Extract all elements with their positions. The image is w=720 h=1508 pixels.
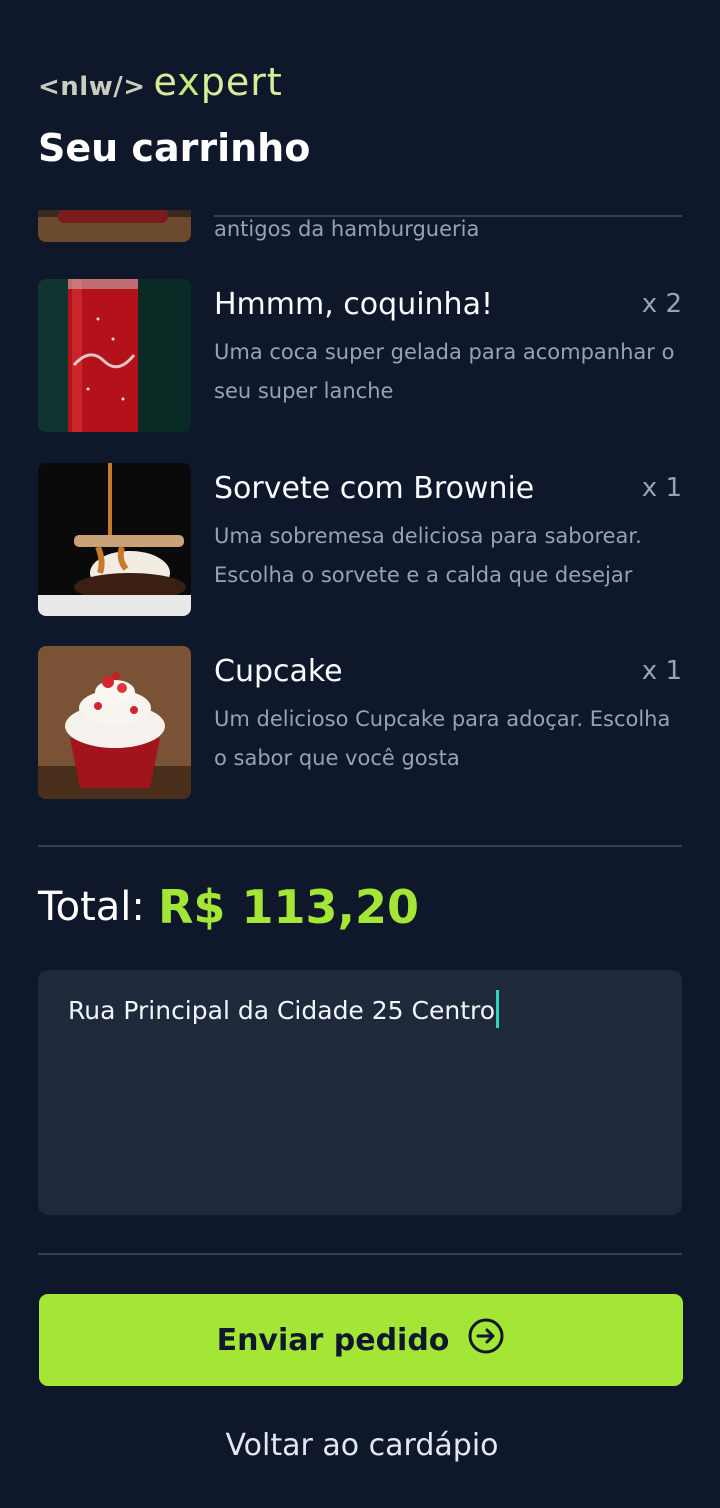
cupcake-image <box>38 646 191 799</box>
burger-image <box>38 210 191 242</box>
cart-item-description: antigos da hamburgueria <box>214 217 480 241</box>
cart-item-name: Sorvete com Brownie <box>214 471 535 506</box>
address-input-value: Rua Principal da Cidade 25 Centro <box>68 996 496 1025</box>
logo-expert-text: expert <box>153 60 283 104</box>
cart-item-description: Uma sobremesa deliciosa para saborear. E… <box>214 524 642 587</box>
back-to-menu-link[interactable]: Voltar ao cardápio <box>0 1428 720 1463</box>
page-title: Seu carrinho <box>38 126 311 170</box>
cart-list[interactable]: antigos da hamburgueria Hmmm, coquinha! … <box>38 210 682 810</box>
divider <box>38 845 682 847</box>
brand-logo: <nlw/> expert <box>38 60 283 104</box>
divider <box>38 1253 682 1255</box>
address-input[interactable]: Rua Principal da Cidade 25 Centro <box>38 970 682 1215</box>
cart-item: Cupcake x 1 Um delicioso Cupcake para ad… <box>38 646 682 799</box>
cart-item: Sorvete com Brownie x 1 Uma sobremesa de… <box>38 463 682 616</box>
total-label: Total: <box>38 884 145 930</box>
cart-item-description: Um delicioso Cupcake para adoçar. Escolh… <box>214 707 671 770</box>
cart-item-quantity: x 2 <box>641 289 682 319</box>
coke-image <box>38 279 191 432</box>
cart-item-name: Hmmm, coquinha! <box>214 287 493 322</box>
send-order-button[interactable]: Enviar pedido <box>39 1294 683 1386</box>
send-order-label: Enviar pedido <box>216 1322 450 1358</box>
logo-nlw-text: <nlw/> <box>38 72 146 102</box>
cart-item-quantity: x 1 <box>641 656 682 686</box>
divider <box>214 215 682 217</box>
text-caret <box>496 990 500 1028</box>
brownie-sundae-image <box>38 463 191 616</box>
cart-item-name: Cupcake <box>214 654 343 689</box>
cart-item: Hmmm, coquinha! x 2 Uma coca super gelad… <box>38 279 682 432</box>
total-value: R$ 113,20 <box>158 880 419 934</box>
cart-item-quantity: x 1 <box>641 473 682 503</box>
cart-item-description: Uma coca super gelada para acompanhar o … <box>214 340 675 403</box>
arrow-right-circle-icon <box>467 1317 505 1363</box>
